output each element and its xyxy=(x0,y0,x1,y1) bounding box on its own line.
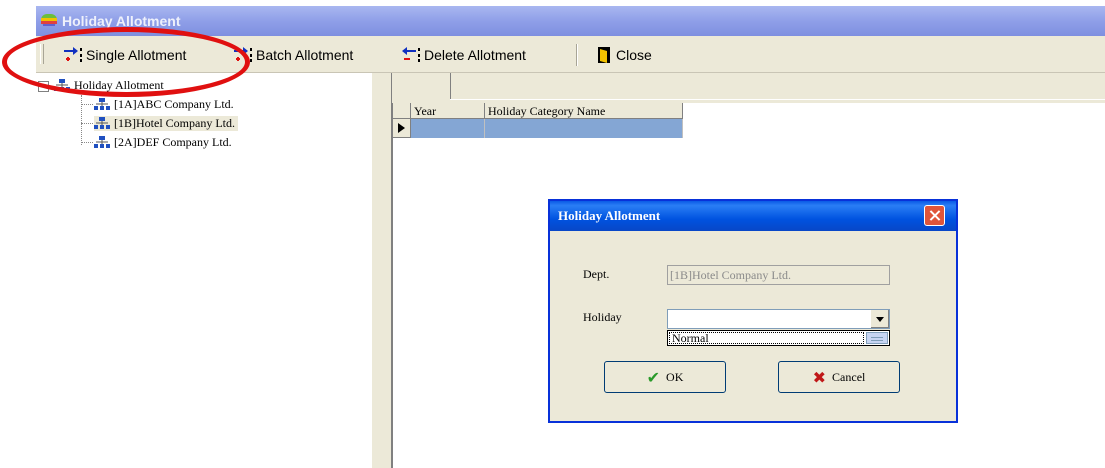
delete-allotment-button[interactable]: Delete Allotment xyxy=(400,45,526,65)
delete-allotment-label: Delete Allotment xyxy=(424,47,526,63)
tree-item-label: [2A]DEF Company Ltd. xyxy=(114,135,232,149)
toolbar: Single Allotment Batch Allotment Delete … xyxy=(36,36,1105,73)
holiday-option[interactable]: Normal xyxy=(669,332,864,344)
holiday-select[interactable] xyxy=(667,309,890,329)
grid-cell-category[interactable] xyxy=(485,119,683,138)
row-selector-arrow-icon[interactable] xyxy=(393,119,411,138)
tree-item-label: [1A]ABC Company Ltd. xyxy=(114,97,234,111)
delete-allotment-icon xyxy=(402,47,420,62)
tree-item-selected[interactable]: [1B]Hotel Company Ltd. xyxy=(94,116,238,131)
ok-label: OK xyxy=(666,369,684,384)
dept-label: Dept. xyxy=(583,267,610,281)
tree-root-label: Holiday Allotment xyxy=(74,78,164,92)
title-bar: Holiday Allotment xyxy=(36,6,1105,36)
single-allotment-label: Single Allotment xyxy=(86,47,187,63)
org-chart-icon xyxy=(94,116,110,129)
pane-splitter[interactable] xyxy=(372,73,392,468)
chevron-down-icon[interactable] xyxy=(870,310,889,328)
checkmark-icon: ✔ xyxy=(646,367,661,387)
close-label: Close xyxy=(616,47,652,63)
cancel-button[interactable]: ✖ Cancel xyxy=(778,361,900,393)
cancel-label: Cancel xyxy=(832,369,866,384)
org-chart-icon xyxy=(54,78,70,91)
dialog-title: Holiday Allotment xyxy=(558,208,661,223)
tree-item[interactable]: [2A]DEF Company Ltd. xyxy=(94,135,232,150)
close-button[interactable]: Close xyxy=(596,45,652,65)
dept-field: [1B]Hotel Company Ltd. xyxy=(667,265,890,285)
holiday-dropdown-list[interactable]: Normal xyxy=(667,330,890,346)
single-allotment-icon xyxy=(64,47,82,62)
grid-header-category[interactable]: Holiday Category Name xyxy=(485,103,683,119)
single-allotment-button[interactable]: Single Allotment xyxy=(62,45,186,65)
grid-header-year[interactable]: Year xyxy=(411,103,485,119)
tree-item-label: [1B]Hotel Company Ltd. xyxy=(114,116,235,130)
grid-corner xyxy=(393,103,411,119)
cross-icon: ✖ xyxy=(812,367,827,387)
door-exit-icon xyxy=(598,47,610,63)
org-chart-icon xyxy=(94,135,110,148)
batch-allotment-icon xyxy=(234,47,252,62)
tree-item[interactable]: [1A]ABC Company Ltd. xyxy=(94,97,234,112)
tab-header[interactable] xyxy=(392,73,451,100)
batch-allotment-button[interactable]: Batch Allotment xyxy=(232,45,353,65)
toolbar-grip[interactable] xyxy=(40,44,44,64)
grid-cell-year[interactable] xyxy=(411,119,485,138)
dialog-close-icon[interactable] xyxy=(924,205,945,226)
list-scrollbar[interactable] xyxy=(866,332,888,344)
window-title: Holiday Allotment xyxy=(62,13,181,29)
toolbar-separator xyxy=(576,44,578,66)
org-chart-icon xyxy=(94,97,110,110)
app-icon xyxy=(41,14,57,26)
company-tree[interactable]: − Holiday Allotment [1A]ABC Company Ltd.… xyxy=(36,73,373,468)
ok-button[interactable]: ✔ OK xyxy=(604,361,726,393)
tree-root[interactable]: Holiday Allotment xyxy=(54,78,164,93)
holiday-label: Holiday xyxy=(583,310,622,324)
dialog-title-bar[interactable]: Holiday Allotment xyxy=(550,201,956,231)
holiday-allotment-dialog: Holiday Allotment Dept. [1B]Hotel Compan… xyxy=(548,199,958,423)
batch-allotment-label: Batch Allotment xyxy=(256,47,354,63)
tree-collapse-toggle[interactable]: − xyxy=(38,81,49,92)
